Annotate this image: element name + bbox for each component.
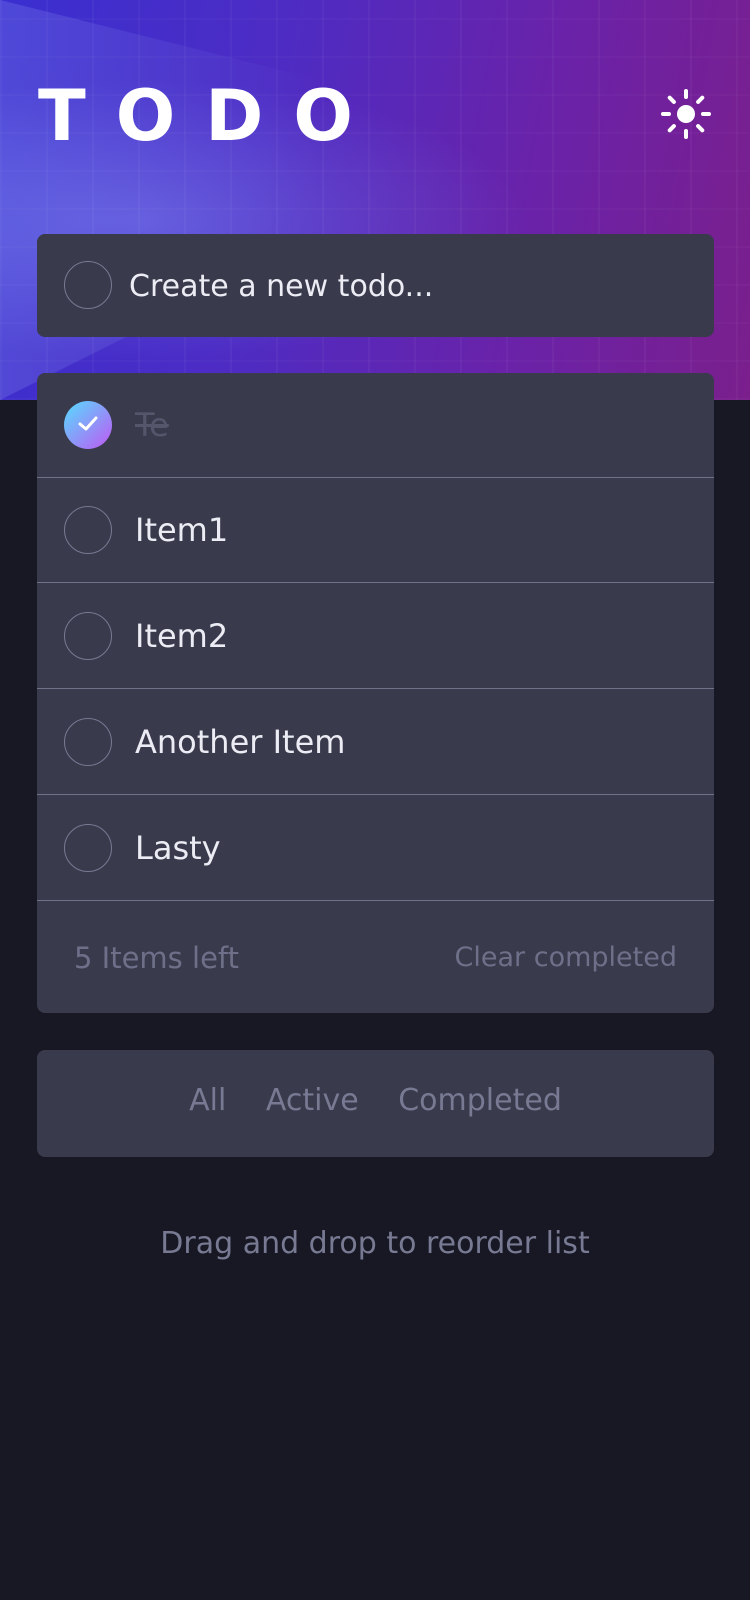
filter-completed[interactable]: Completed xyxy=(398,1083,562,1118)
new-todo-circle-icon xyxy=(64,261,112,309)
list-footer: 5 Items left Clear completed xyxy=(37,904,714,1013)
items-left-count: 5 Items left xyxy=(74,941,239,975)
header-background-image xyxy=(0,0,750,400)
filter-bar: All Active Completed xyxy=(37,1050,714,1157)
todo-text: Item2 xyxy=(135,617,229,655)
todo-checkbox[interactable] xyxy=(64,718,112,766)
page-title: TODO xyxy=(38,75,383,157)
todo-text: Item1 xyxy=(135,511,229,549)
new-todo-input[interactable] xyxy=(127,256,691,316)
new-todo-card xyxy=(37,234,714,337)
filter-group: All Active Completed xyxy=(37,1083,714,1118)
todo-item[interactable]: Item1 xyxy=(37,478,714,583)
todo-item[interactable]: Another Item xyxy=(37,690,714,795)
todo-item[interactable]: Item2 xyxy=(37,584,714,689)
header-corridor-overlay xyxy=(0,0,320,400)
todo-checkbox[interactable] xyxy=(64,506,112,554)
todo-checkbox[interactable] xyxy=(64,612,112,660)
checkmark-icon xyxy=(78,416,98,431)
todo-item[interactable]: Te xyxy=(37,373,714,478)
reorder-hint: Drag and drop to reorder list xyxy=(160,1226,590,1261)
theme-toggle-button[interactable] xyxy=(660,88,712,140)
filter-active[interactable]: Active xyxy=(266,1083,359,1118)
todo-checkbox[interactable] xyxy=(64,824,112,872)
filter-all[interactable]: All xyxy=(189,1083,226,1118)
sun-icon xyxy=(661,89,711,139)
todo-list: Te Item1 Item2 Another Item Lasty 5 Item… xyxy=(37,373,714,1013)
clear-completed-button[interactable]: Clear completed xyxy=(455,942,677,973)
todo-text: Another Item xyxy=(135,723,346,761)
todo-text: Lasty xyxy=(135,829,221,867)
todo-item[interactable]: Lasty xyxy=(37,796,714,901)
todo-checkbox-checked[interactable] xyxy=(64,401,112,449)
todo-text: Te xyxy=(135,406,169,444)
